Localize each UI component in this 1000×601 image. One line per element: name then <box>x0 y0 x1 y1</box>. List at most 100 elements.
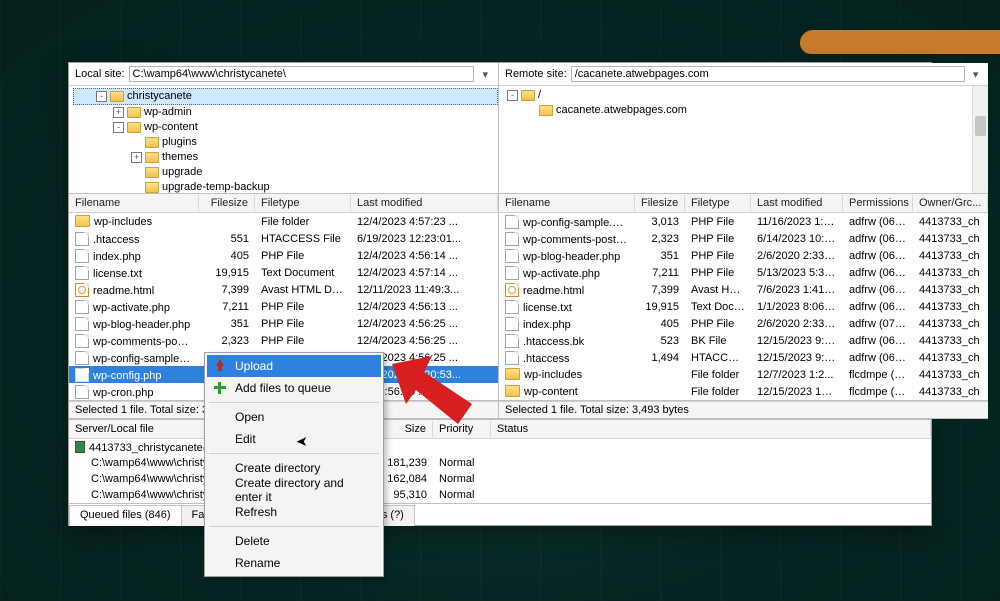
list-item[interactable]: wp-contentFile folder12/15/2023 10:...fl… <box>499 383 988 400</box>
ftp-client-window: Local site: ▾ -christycanete+wp-admin-wp… <box>68 62 932 526</box>
remote-list-body[interactable]: wp-config-sample.php3,013PHP File11/16/2… <box>499 213 988 401</box>
remote-pane: Remote site: ▾ -/+cacanete.atwebpages.co… <box>499 63 988 419</box>
list-item[interactable]: index.php405PHP File2/6/2020 2:33:1...ad… <box>499 315 988 332</box>
menu-item-label: Create directory <box>235 461 320 475</box>
menu-item-create-directory-and-enter-it[interactable]: Create directory and enter it <box>207 479 381 501</box>
file-icon <box>505 215 519 229</box>
tree-item[interactable]: - wp-content <box>73 120 498 135</box>
column-header[interactable]: Filename <box>499 195 635 211</box>
queue-header[interactable]: Server/Local fileDire...SizePriorityStat… <box>69 420 931 439</box>
menu-item-edit[interactable]: Edit <box>207 428 381 450</box>
collapse-icon[interactable]: - <box>96 91 107 102</box>
menu-item-label: Rename <box>235 556 280 570</box>
column-header[interactable]: Last modified <box>751 195 843 211</box>
queue-item[interactable]: C:\wamp64\www\christyc...162,084Normal <box>69 471 931 487</box>
list-item[interactable]: wp-blog-header.php351PHP File2/6/2020 2:… <box>499 247 988 264</box>
list-item[interactable]: wp-includesFile folder12/7/2023 1:2...fl… <box>499 366 988 383</box>
dropdown-icon[interactable]: ▾ <box>969 68 983 81</box>
tree-item[interactable]: + wp-admin <box>73 105 498 120</box>
collapse-icon[interactable]: - <box>113 122 124 133</box>
remote-list-header[interactable]: FilenameFilesizeFiletypeLast modifiedPer… <box>499 194 988 213</box>
queue-item[interactable]: C:\wamp64\www\christyc...181,239Normal <box>69 455 931 471</box>
column-header[interactable]: Permissions <box>843 195 913 211</box>
folder-icon <box>110 91 124 102</box>
file-icon <box>75 334 89 348</box>
menu-item-label: Refresh <box>235 505 277 519</box>
queue-body[interactable]: 4413733_christycanete@cac...C:\wamp64\ww… <box>69 439 931 503</box>
dropdown-icon[interactable]: ▾ <box>478 68 492 81</box>
column-header[interactable]: Filename <box>69 195 199 211</box>
tree-item[interactable]: +upgrade <box>73 165 498 180</box>
column-header[interactable]: Owner/Grc... <box>913 195 988 211</box>
menu-item-rename[interactable]: Rename <box>207 552 381 574</box>
menu-item-delete[interactable]: Delete <box>207 530 381 552</box>
list-item[interactable]: wp-includesFile folder12/4/2023 4:57:23 … <box>69 213 498 230</box>
folder-icon <box>127 122 141 133</box>
queue-item[interactable]: C:\wamp64\www\christyc...95,310Normal <box>69 487 931 503</box>
column-header[interactable]: Filesize <box>199 195 255 211</box>
list-item[interactable]: .htaccess.bk523BK File12/15/2023 9:2...a… <box>499 332 988 349</box>
column-header[interactable]: Filetype <box>255 195 351 211</box>
tree-item-label: wp-admin <box>144 105 192 120</box>
remote-site-path[interactable] <box>571 66 965 82</box>
file-icon <box>505 266 519 280</box>
column-header[interactable]: Last modified <box>351 195 498 211</box>
context-menu[interactable]: Upload Add files to queue OpenEdit Create d… <box>204 352 384 577</box>
list-item[interactable]: wp-config-sample.php3,013PHP File11/16/2… <box>499 213 988 230</box>
tree-item-label: wp-content <box>144 120 198 135</box>
list-item[interactable]: license.txt19,915Text Document12/4/2023 … <box>69 264 498 281</box>
tree-item-label: upgrade-temp-backup <box>162 180 270 194</box>
remote-tree[interactable]: -/+cacanete.atwebpages.com <box>499 86 988 194</box>
folder-icon <box>75 215 90 227</box>
queue-tabs[interactable]: Queued files (846)Failed transfersSucces… <box>69 503 931 525</box>
folder-icon <box>539 105 553 116</box>
column-header[interactable]: Filesize <box>635 195 685 211</box>
menu-item-label: Add files to queue <box>235 381 331 395</box>
list-item[interactable]: license.txt19,915Text Docu...1/1/2023 8:… <box>499 298 988 315</box>
file-icon <box>505 249 519 263</box>
folder-icon <box>145 137 159 148</box>
list-item[interactable]: .htaccess1,494HTACCESS ...12/15/2023 9:2… <box>499 349 988 366</box>
list-item[interactable]: index.php405PHP File12/4/2023 4:56:14 ..… <box>69 247 498 264</box>
remote-status: Selected 1 file. Total size: 3,493 bytes <box>499 401 988 419</box>
expand-icon[interactable]: + <box>113 107 124 118</box>
scrollbar[interactable] <box>972 86 988 193</box>
menu-item-add-files-to-queue[interactable]: Add files to queue <box>207 377 381 399</box>
local-tree[interactable]: -christycanete+wp-admin-wp-content+plugi… <box>69 86 498 194</box>
list-item[interactable]: wp-adminFile folder12/7/2023 1:2...flcdm… <box>499 400 988 401</box>
local-site-path[interactable] <box>129 66 475 82</box>
tree-item[interactable]: +themes <box>73 150 498 165</box>
tree-item[interactable]: +upgrade-temp-backup <box>73 180 498 194</box>
menu-item-label: Create directory and enter it <box>235 476 371 504</box>
folder-icon <box>145 167 159 178</box>
file-icon <box>505 351 519 365</box>
tree-item[interactable]: +cacanete.atwebpages.com <box>503 103 988 118</box>
column-header[interactable]: Status <box>491 421 931 437</box>
menu-item-upload[interactable]: Upload <box>207 355 381 377</box>
tree-item[interactable]: -/ <box>503 88 988 103</box>
list-item[interactable]: wp-comments-post.php2,323PHP File12/4/20… <box>69 332 498 349</box>
local-list-header[interactable]: FilenameFilesizeFiletypeLast modified <box>69 194 498 213</box>
folder-icon <box>505 385 520 397</box>
html-file-icon <box>505 283 519 297</box>
list-item[interactable]: readme.html7,399Avast HTM...7/6/2023 1:4… <box>499 281 988 298</box>
tab-queued[interactable]: Queued files (846) <box>69 505 182 526</box>
expand-icon[interactable]: + <box>131 152 142 163</box>
list-item[interactable]: wp-comments-post.p...2,323PHP File6/14/2… <box>499 230 988 247</box>
list-item[interactable]: wp-activate.php7,211PHP File12/4/2023 4:… <box>69 298 498 315</box>
tree-item[interactable]: +plugins <box>73 135 498 150</box>
list-item[interactable]: wp-blog-header.php351PHP File12/4/2023 4… <box>69 315 498 332</box>
file-icon <box>75 300 89 314</box>
list-item[interactable]: readme.html7,399Avast HTML Docu...12/11/… <box>69 281 498 298</box>
menu-item-refresh[interactable]: Refresh <box>207 501 381 523</box>
folder-icon <box>145 182 159 193</box>
queue-server-row[interactable]: 4413733_christycanete@cac... <box>69 439 931 455</box>
tree-item[interactable]: - christycanete <box>73 88 498 105</box>
column-header[interactable]: Priority <box>433 421 491 437</box>
list-item[interactable]: wp-activate.php7,211PHP File5/13/2023 5:… <box>499 264 988 281</box>
list-item[interactable]: .htaccess551HTACCESS File6/19/2023 12:23… <box>69 230 498 247</box>
column-header[interactable]: Filetype <box>685 195 751 211</box>
collapse-icon[interactable]: - <box>507 90 518 101</box>
menu-item-open[interactable]: Open <box>207 406 381 428</box>
tree-item-label: christycanete <box>127 89 192 104</box>
